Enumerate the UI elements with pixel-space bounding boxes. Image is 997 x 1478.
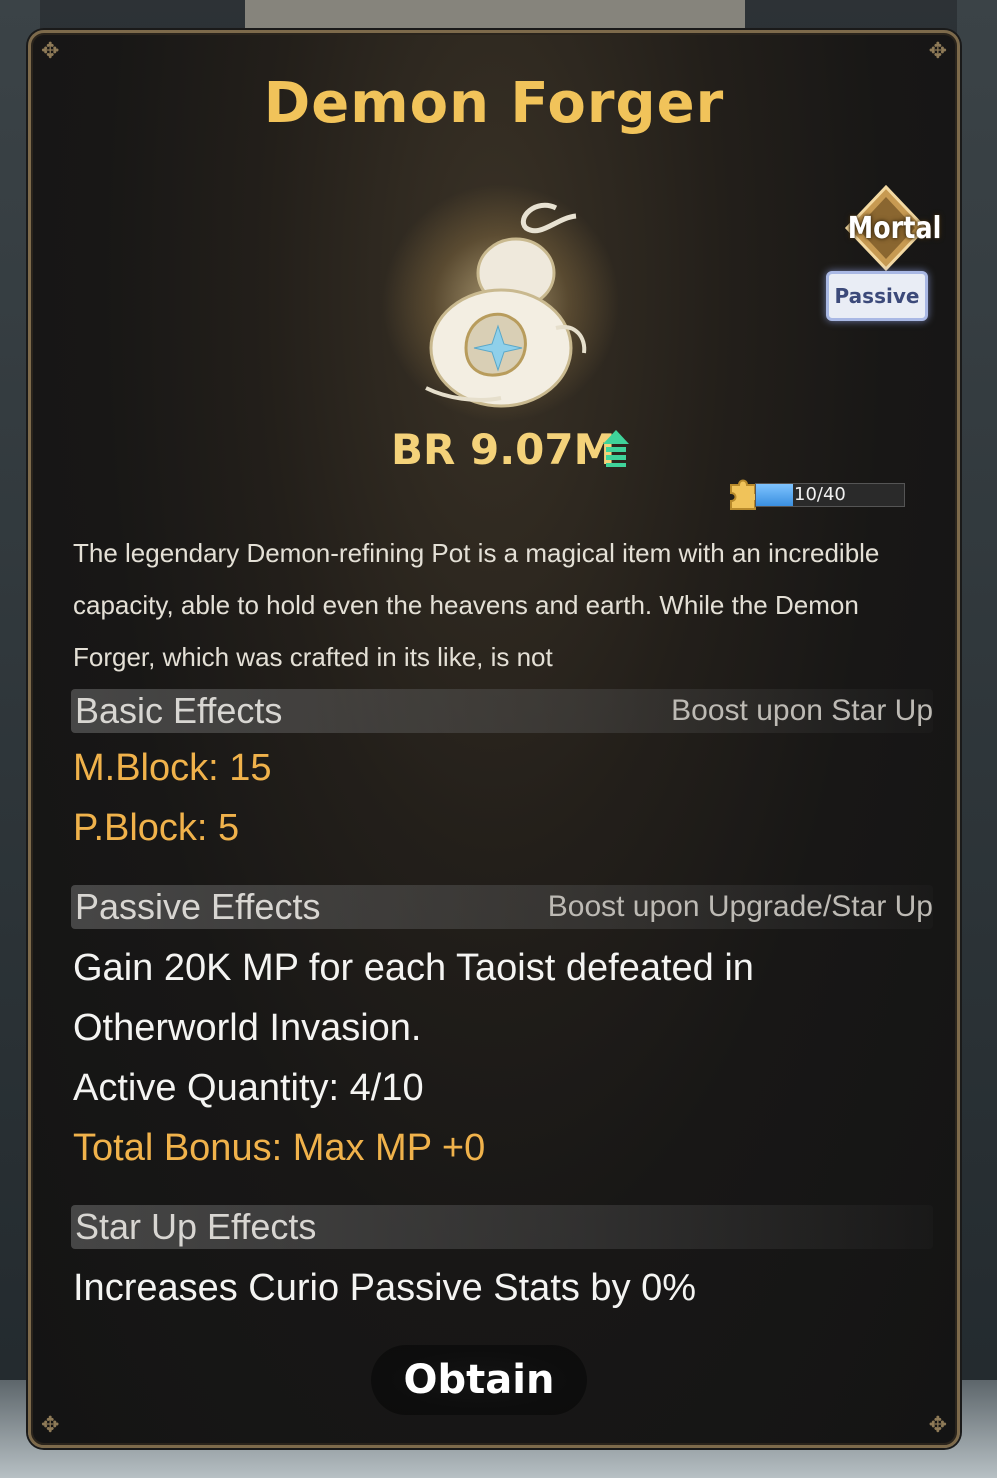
corner-ornament-icon: ✥ <box>41 39 60 64</box>
basic-effects-header: Basic Effects Boost upon Star Up <box>71 689 933 733</box>
fragment-progress: 10/40 <box>725 473 915 513</box>
item-description: The legendary Demon-refining Pot is a ma… <box>73 538 880 672</box>
stat-m-block: M.Block: 15 <box>73 747 272 789</box>
stat-p-block: P.Block: 5 <box>73 807 240 849</box>
curio-detail-panel: ✥ ✥ ✥ ✥ Demon Forger Mortal Passive BR 9… <box>28 30 960 1448</box>
fragment-progress-fill <box>756 484 793 506</box>
star-up-effects-header: Star Up Effects <box>71 1205 933 1249</box>
type-badge: Passive <box>826 271 928 321</box>
section-title: Basic Effects <box>75 690 283 731</box>
corner-ornament-icon: ✥ <box>928 1413 947 1438</box>
arrow-up-icon <box>603 430 629 467</box>
corner-ornament-icon: ✥ <box>928 39 947 64</box>
background-right <box>957 0 997 1478</box>
star-up-effect-text: Increases Curio Passive Stats by 0% <box>73 1267 697 1309</box>
passive-effect-text: Gain 20K MP for each Taoist defeated in <box>73 947 754 989</box>
obtain-button[interactable]: Obtain <box>371 1345 587 1415</box>
item-title: Demon Forger <box>263 71 725 136</box>
total-bonus: Total Bonus: Max MP +0 <box>73 1127 486 1169</box>
passive-effect-text: Otherworld Invasion. <box>73 1007 422 1049</box>
section-note: Boost upon Star Up <box>671 694 933 727</box>
battle-rating-value: BR 9.07M <box>391 425 616 474</box>
section-title: Passive Effects <box>75 886 321 927</box>
gourd-icon <box>425 202 587 408</box>
battle-rating: BR 9.07M <box>391 425 641 475</box>
section-title: Star Up Effects <box>75 1206 317 1247</box>
corner-ornament-icon: ✥ <box>41 1413 60 1438</box>
fragment-progress-text: 10/40 <box>794 484 846 505</box>
fragment-progress-bar: 10/40 <box>755 483 905 507</box>
rarity-badge: Mortal <box>841 183 942 273</box>
active-quantity: Active Quantity: 4/10 <box>73 1067 424 1109</box>
rarity-label: Mortal <box>847 211 942 246</box>
section-note: Boost upon Upgrade/Star Up <box>547 890 933 923</box>
passive-effects-header: Passive Effects Boost upon Upgrade/Star … <box>71 885 933 929</box>
